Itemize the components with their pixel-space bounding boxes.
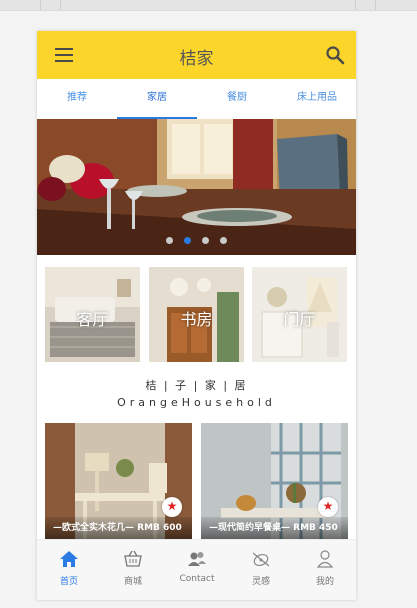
search-icon[interactable]: [325, 45, 345, 65]
tab-kitchen[interactable]: 餐厨: [197, 79, 277, 119]
nav-label: 灵感: [251, 577, 270, 587]
nav-contact[interactable]: Contact: [165, 540, 229, 600]
product-card[interactable]: ★ —欧式全实木花几— RMB 600: [45, 423, 192, 541]
brand-name-en: OrangeHousehold: [117, 396, 276, 409]
nav-label: 首页: [59, 577, 78, 587]
tab-home-living[interactable]: 家居: [117, 79, 197, 119]
carousel-dots: [37, 229, 356, 248]
favorite-badge-icon[interactable]: ★: [162, 497, 182, 517]
top-ruler: [0, 0, 417, 11]
user-icon: [316, 550, 334, 568]
brand-block: 桔 | 子 | 家 | 居 OrangeHousehold: [37, 377, 356, 409]
phone-frame: 桔家 推荐 家居 餐厨 床上用品 客厅 书房 门厅 桔 | 子 | 家 | 居 …: [37, 31, 356, 600]
bottom-navigation: 首页 商城 Contact 灵感 我的: [37, 539, 356, 600]
carousel-dot[interactable]: [220, 237, 228, 244]
nav-label: Contact: [179, 574, 215, 584]
nav-inspiration[interactable]: 灵感: [229, 540, 293, 600]
banner-carousel[interactable]: [37, 119, 356, 255]
basket-icon: [124, 550, 142, 567]
room-categories: 客厅 书房 门厅: [37, 267, 356, 363]
inspiration-icon: [252, 552, 270, 567]
nav-shop[interactable]: 商城: [101, 540, 165, 600]
product-caption: —现代简约早餐桌— RMB 450: [201, 517, 348, 541]
category-label: 客厅: [76, 310, 109, 329]
product-list: ★ —欧式全实木花几— RMB 600 ★ —现代简约早餐桌— RMB 450: [37, 423, 356, 541]
category-tabs: 推荐 家居 餐厨 床上用品: [37, 79, 356, 120]
category-entryway[interactable]: 门厅: [252, 267, 347, 362]
tab-bedding[interactable]: 床上用品: [277, 79, 356, 119]
carousel-dot[interactable]: [202, 237, 210, 244]
nav-label: 商城: [123, 577, 142, 587]
category-study[interactable]: 书房: [149, 267, 244, 362]
product-caption: —欧式全实木花几— RMB 600: [45, 517, 192, 541]
carousel-dot-active[interactable]: [183, 237, 191, 244]
category-living-room[interactable]: 客厅: [45, 267, 140, 362]
nav-home[interactable]: 首页: [37, 540, 101, 600]
nav-profile[interactable]: 我的: [293, 540, 356, 600]
carousel-dot[interactable]: [165, 237, 173, 244]
favorite-badge-icon[interactable]: ★: [318, 497, 338, 517]
home-icon: [60, 551, 78, 567]
tab-recommend[interactable]: 推荐: [37, 79, 117, 119]
brand-name-cn: 桔 | 子 | 家 | 居: [145, 379, 248, 392]
category-label: 门厅: [283, 310, 316, 329]
app-bar: 桔家: [37, 31, 356, 79]
category-label: 书房: [180, 310, 213, 329]
app-title: 桔家: [179, 49, 214, 69]
product-card[interactable]: ★ —现代简约早餐桌— RMB 450: [201, 423, 348, 541]
nav-label: 我的: [315, 577, 334, 587]
contacts-icon: [188, 552, 206, 566]
